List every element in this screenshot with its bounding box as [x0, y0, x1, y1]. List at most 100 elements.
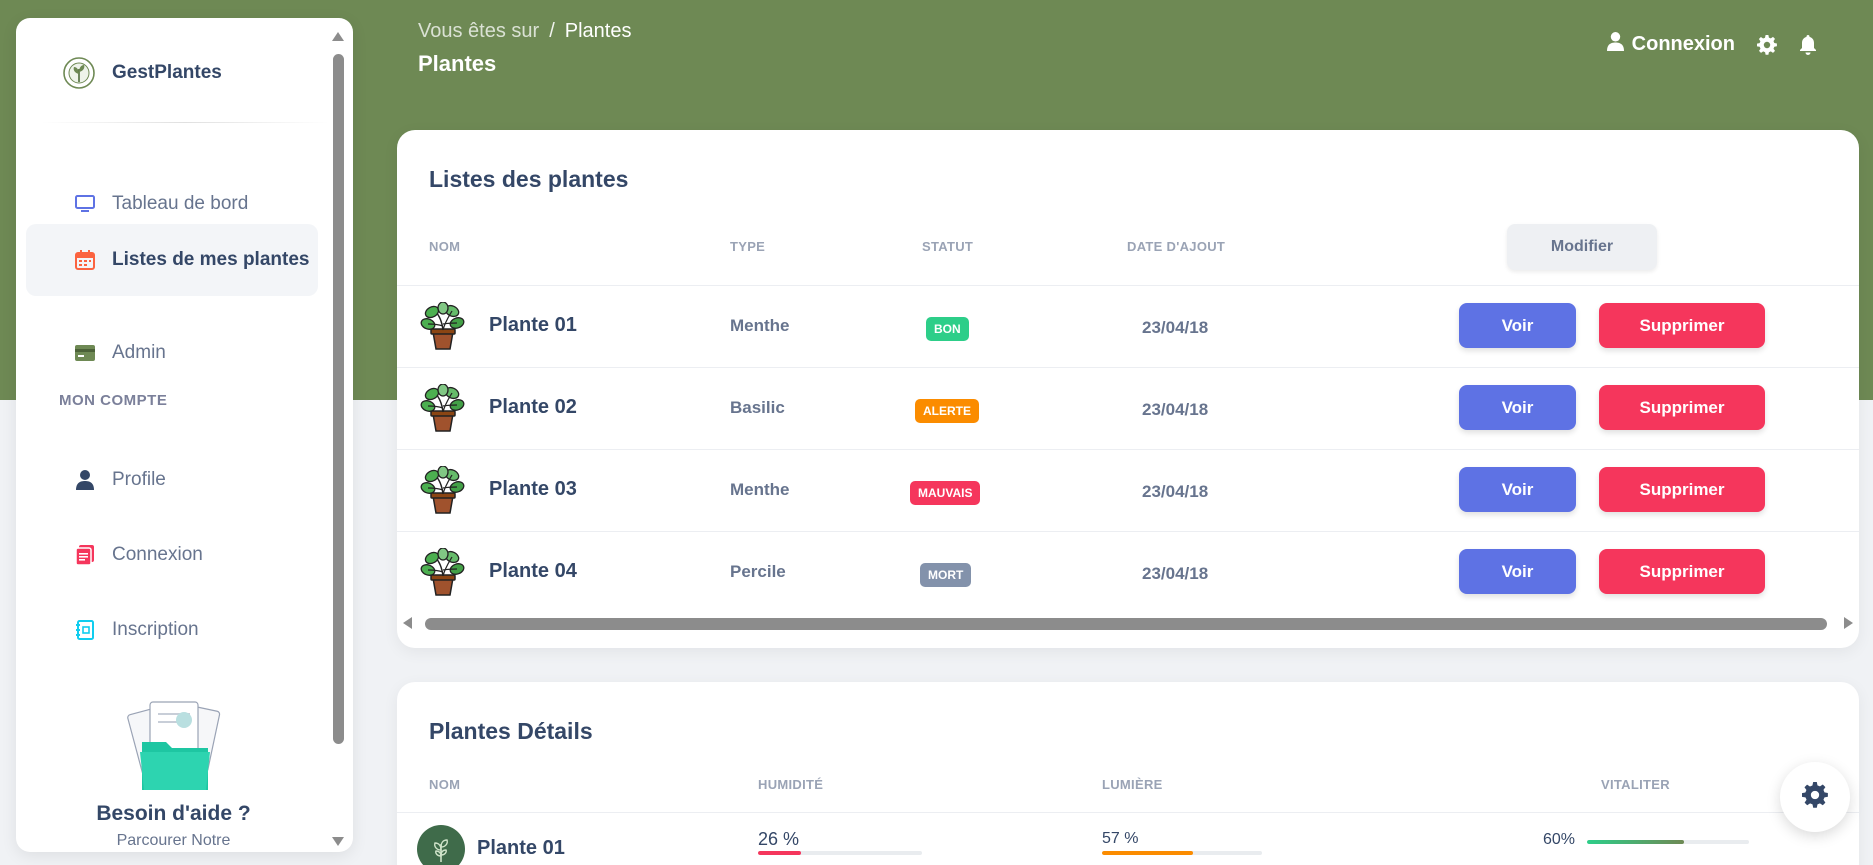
potted-plant-icon — [419, 465, 467, 514]
sidebar-item-label: Listes de mes plantes — [112, 249, 310, 270]
view-button[interactable]: Voir — [1459, 303, 1576, 348]
sidebar: GestPlantes Tableau de bord Listes de me… — [16, 18, 353, 852]
table-row[interactable]: Plante 01 26 % 57 % 60% — [397, 812, 1859, 865]
column-header-light: LUMIÈRE — [1102, 777, 1163, 792]
plant-type: Percile — [730, 562, 786, 581]
potted-plant-icon — [419, 383, 467, 432]
login-label: Connexion — [1631, 33, 1735, 55]
top-right-actions: Connexion — [1606, 32, 1817, 57]
plant-type: Menthe — [730, 316, 790, 335]
column-header-humidity: HUMIDITÉ — [758, 777, 824, 792]
calendar-icon — [74, 249, 96, 271]
scroll-left-arrow-icon[interactable] — [403, 617, 412, 629]
status-badge: BON — [926, 317, 969, 341]
vitality-value: 60% — [1543, 831, 1576, 848]
scroll-down-arrow-icon[interactable] — [332, 837, 344, 846]
table-row[interactable]: Plante 04 Percile MORT 23/04/18 Voir Supprime… — [397, 531, 1859, 613]
plant-name: Plante 03 — [489, 478, 577, 500]
column-header-name: NOM — [429, 239, 461, 254]
column-header-type: TYPE — [730, 239, 766, 254]
humidity-progress-bar — [758, 851, 922, 855]
help-box[interactable]: Besoin d'aide ? Parcourer Notre document… — [16, 698, 331, 852]
light-progress-fill — [1102, 851, 1194, 855]
delete-button[interactable]: Supprimer — [1599, 303, 1765, 348]
sidebar-item-connexion[interactable]: Connexion — [26, 519, 318, 591]
brand-name: GestPlantes — [112, 62, 222, 83]
table-row[interactable]: Plante 01 Menthe BON 23/04/18 Voir Supprimer — [397, 285, 1859, 367]
column-header-status: STATUT — [922, 239, 974, 254]
plant-name: Plante 01 — [489, 314, 577, 336]
gear-icon[interactable] — [1757, 34, 1777, 55]
sidebar-item-label: Connexion — [112, 544, 203, 565]
plant-avatar-icon — [417, 825, 465, 865]
sidebar-item-inscription[interactable]: Inscription — [26, 594, 318, 666]
notebook-icon — [74, 619, 96, 641]
column-header-name: NOM — [429, 777, 461, 792]
page-title: Plantes — [418, 51, 497, 76]
plants-details-card: Plantes Détails NOM HUMIDITÉ LUMIÈRE VIT… — [397, 682, 1859, 865]
document-icon — [74, 544, 96, 566]
user-icon — [1606, 32, 1624, 57]
sidebar-item-admin[interactable]: Admin — [26, 317, 318, 389]
breadcrumb-prefix[interactable]: Vous êtes sur — [418, 20, 539, 43]
status-badge: MORT — [920, 563, 972, 587]
view-button[interactable]: Voir — [1459, 385, 1576, 430]
sidebar-item-listes-plantes[interactable]: Listes de mes plantes — [26, 224, 318, 296]
light-value: 57 % — [1102, 830, 1139, 847]
brand[interactable]: GestPlantes — [62, 56, 222, 90]
help-subtitle-line: Parcourer Notre — [116, 832, 231, 849]
breadcrumb-separator: / — [549, 20, 555, 42]
help-subtitle-line: documentation — [16, 851, 331, 852]
breadcrumb: Vous êtes sur / Plantes — [418, 20, 631, 43]
sidebar-item-label: Profile — [112, 469, 166, 490]
status-badge: MAUVAIS — [910, 481, 981, 505]
card-title: Listes des plantes — [429, 166, 629, 192]
sidebar-item-profile[interactable]: Profile — [26, 444, 318, 516]
gear-icon — [1802, 781, 1828, 813]
table-row[interactable]: Plante 03 Menthe MAUVAIS 23/04/18 Voir Suppri… — [397, 449, 1859, 531]
user-icon — [74, 469, 96, 491]
monitor-icon — [74, 193, 96, 215]
plants-list-card: Listes des plantes NOM TYPE STATUT DATE … — [397, 130, 1859, 648]
plant-name: Plante 04 — [489, 560, 577, 582]
scroll-up-arrow-icon[interactable] — [332, 32, 344, 41]
sidebar-item-label: Admin — [112, 342, 166, 363]
divider — [40, 122, 330, 123]
plant-name: Plante 02 — [489, 396, 577, 418]
delete-button[interactable]: Supprimer — [1599, 549, 1765, 594]
delete-button[interactable]: Supprimer — [1599, 385, 1765, 430]
date-added: 23/04/18 — [1142, 564, 1209, 583]
delete-button[interactable]: Supprimer — [1599, 467, 1765, 512]
sidebar-item-label: Inscription — [112, 619, 199, 640]
bell-icon[interactable] — [1799, 34, 1817, 55]
sidebar-scrollbar[interactable] — [331, 26, 345, 846]
documents-folder-icon — [126, 701, 220, 790]
help-subtitle[interactable]: Parcourer Notre documentation — [16, 830, 331, 852]
vitality-progress-fill — [1587, 840, 1685, 844]
table-row[interactable]: Plante 02 Basilic ALERTE 23/04/18 Voir Suppri… — [397, 367, 1859, 449]
view-button[interactable]: Voir — [1459, 549, 1576, 594]
humidity-value: 26 % — [758, 829, 800, 849]
column-header-date: DATE D'AJOUT — [1127, 239, 1226, 254]
potted-plant-icon — [419, 547, 467, 596]
plant-type: Basilic — [730, 398, 785, 417]
scrollbar-thumb[interactable] — [333, 54, 344, 744]
login-link[interactable]: Connexion — [1606, 32, 1735, 57]
section-title-mon-compte: MON COMPTE — [59, 392, 168, 409]
breadcrumb-current: Plantes — [564, 20, 632, 42]
light-progress-bar — [1102, 851, 1262, 855]
vitality-progress-bar — [1587, 840, 1749, 844]
settings-fab[interactable] — [1780, 762, 1850, 832]
card-title: Plantes Détails — [429, 718, 593, 744]
view-button[interactable]: Voir — [1459, 467, 1576, 512]
table-horizontal-scrollbar[interactable] — [401, 616, 1855, 630]
date-added: 23/04/18 — [1142, 400, 1209, 419]
date-added: 23/04/18 — [1142, 318, 1209, 337]
scroll-right-arrow-icon[interactable] — [1844, 617, 1853, 629]
plant-type: Menthe — [730, 480, 790, 499]
help-title: Besoin d'aide ? — [96, 802, 251, 825]
scrollbar-thumb[interactable] — [425, 618, 1827, 630]
modify-button[interactable]: Modifier — [1507, 224, 1657, 270]
date-added: 23/04/18 — [1142, 482, 1209, 501]
credit-card-icon — [74, 342, 96, 364]
